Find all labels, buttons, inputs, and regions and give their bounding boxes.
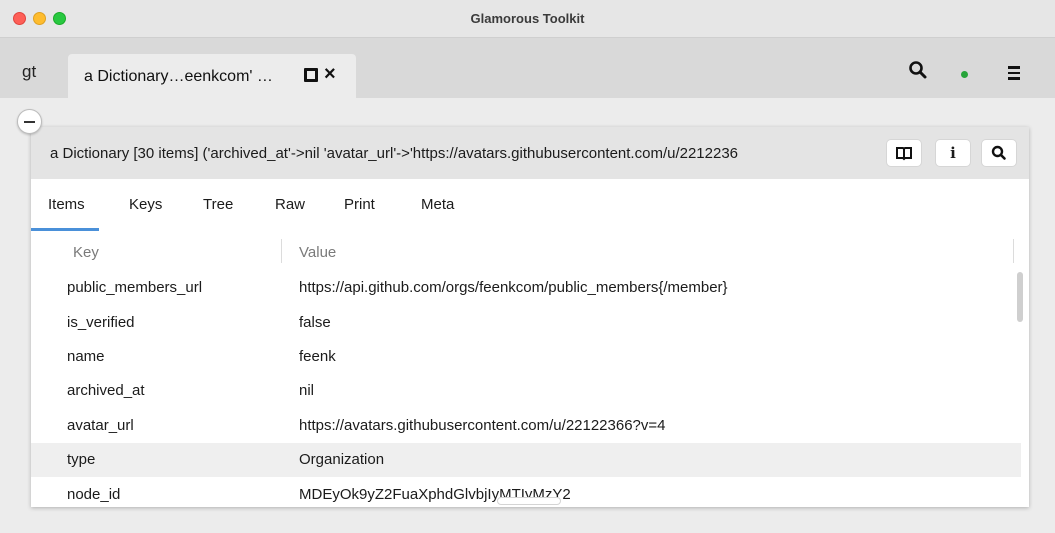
gt-logo[interactable]: gt: [22, 62, 36, 82]
gt-logo-text: gt: [22, 62, 37, 81]
row-value: https://api.github.com/orgs/feenkcom/pub…: [299, 279, 728, 296]
app-window: Glamorous Toolkit gt a Dictionary…eenkco…: [0, 0, 1055, 533]
column-header-key[interactable]: Key: [73, 244, 99, 261]
tab-tree[interactable]: Tree: [203, 196, 233, 213]
search-icon: [991, 145, 1006, 160]
table-row[interactable]: avatar_url https://avatars.githubusercon…: [31, 409, 1021, 443]
row-value: nil: [299, 382, 315, 399]
column-resize-handle[interactable]: [1013, 239, 1014, 263]
row-key: is_verified: [67, 314, 135, 331]
book-icon: [896, 147, 912, 161]
column-header-value[interactable]: Value: [299, 244, 336, 261]
maximize-tab-icon[interactable]: [304, 68, 318, 82]
inspector-search-button[interactable]: [982, 140, 1016, 166]
hamburger-menu-icon[interactable]: [1008, 66, 1020, 80]
info-button[interactable]: i: [936, 140, 970, 166]
collapse-button[interactable]: [17, 109, 42, 134]
inspector-header: a Dictionary [30 items] ('archived_at'->…: [31, 127, 1029, 179]
book-button[interactable]: [887, 140, 921, 166]
tab-dictionary[interactable]: a Dictionary…eenkcom' … ×: [68, 54, 356, 98]
view-tabs: Items Keys Tree Raw Print Meta: [31, 179, 1029, 231]
row-value: false: [299, 314, 331, 331]
tab-items[interactable]: Items: [48, 196, 85, 213]
tab-strip: gt a Dictionary…eenkcom' … ×: [0, 38, 1055, 98]
search-icon[interactable]: [908, 60, 928, 80]
horizontal-scrollbar[interactable]: [497, 497, 561, 505]
table-row[interactable]: archived_at nil: [31, 374, 1021, 408]
table-header: Key Value: [31, 231, 1029, 271]
close-tab-icon[interactable]: ×: [324, 63, 336, 86]
inspector-title: a Dictionary [30 items] ('archived_at'->…: [50, 145, 739, 162]
tab-meta[interactable]: Meta: [421, 196, 454, 213]
row-value: feenk: [299, 348, 336, 365]
row-value: Organization: [299, 451, 385, 468]
row-key: public_members_url: [67, 279, 203, 296]
row-key: avatar_url: [67, 417, 134, 434]
row-key: type: [67, 451, 96, 468]
tab-print[interactable]: Print: [344, 196, 375, 213]
table-row[interactable]: name feenk: [31, 340, 1021, 374]
title-bar: Glamorous Toolkit: [0, 0, 1055, 38]
table-row[interactable]: is_verified false: [31, 306, 1021, 340]
row-key: archived_at: [67, 382, 145, 399]
window-title: Glamorous Toolkit: [470, 11, 585, 26]
table-row-selected[interactable]: type Organization: [31, 443, 1021, 477]
row-key: node_id: [67, 486, 121, 503]
status-dot-icon: [961, 71, 968, 78]
row-key: name: [67, 348, 105, 365]
table-row[interactable]: public_members_url https://api.github.co…: [31, 271, 1021, 305]
inspector-panel: a Dictionary [30 items] ('archived_at'->…: [31, 127, 1029, 507]
items-table: Key Value public_members_url https://api…: [31, 231, 1029, 507]
info-icon: i: [950, 144, 956, 162]
tab-raw[interactable]: Raw: [275, 196, 305, 213]
vertical-scrollbar[interactable]: [1017, 272, 1023, 322]
tab-label: a Dictionary…eenkcom' …: [84, 68, 273, 85]
column-resize-handle[interactable]: [281, 239, 282, 263]
tab-keys[interactable]: Keys: [129, 196, 162, 213]
row-value: https://avatars.githubusercontent.com/u/…: [299, 417, 666, 434]
